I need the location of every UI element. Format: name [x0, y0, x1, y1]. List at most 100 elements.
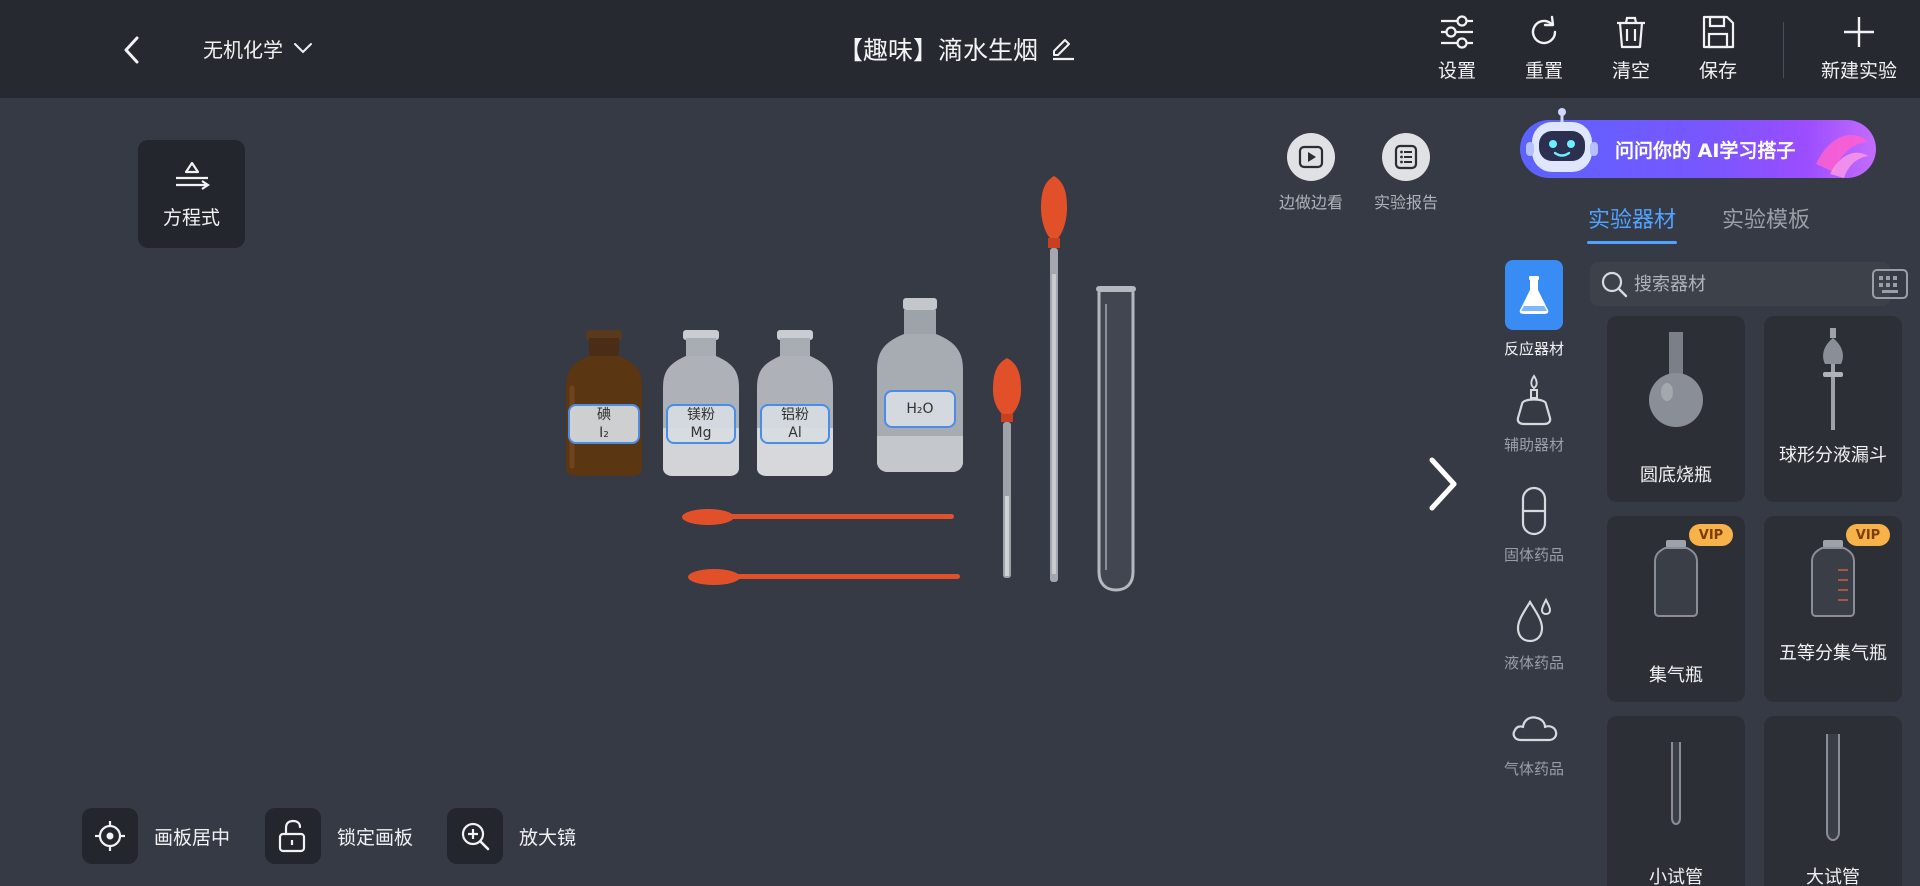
aluminum-name: 铝粉 — [781, 407, 809, 423]
equipment-name: 球形分液漏斗 — [1779, 445, 1887, 466]
iodine-name: 碘 — [597, 407, 611, 423]
experiment-title-text: 【趣味】滴水生烟 — [838, 36, 1039, 65]
lock-canvas-square — [265, 808, 321, 864]
magnesium-formula: Mg — [690, 425, 712, 441]
water-bottle[interactable]: H₂O — [874, 296, 966, 472]
save-button[interactable]: 保存 — [1683, 14, 1753, 83]
alcohol-lamp-icon — [1516, 374, 1552, 426]
reagent-bottle-icon — [757, 330, 833, 476]
settings-label: 设置 — [1437, 60, 1476, 82]
equipment-card-separatory-funnel[interactable]: 球形分液漏斗 — [1764, 316, 1902, 502]
lock-canvas-button[interactable]: 锁定画板 — [265, 808, 413, 864]
crosshair-icon — [95, 821, 125, 851]
cloud-icon — [1512, 716, 1558, 742]
long-dropper-icon — [1041, 176, 1067, 582]
dropper-long[interactable] — [1038, 174, 1070, 586]
droplet-icon — [1516, 597, 1552, 643]
magnifier-square — [447, 808, 503, 864]
equipment-name: 大试管 — [1806, 867, 1860, 886]
water-label: H₂O — [884, 390, 956, 428]
medicine-spoon-2[interactable] — [686, 566, 962, 588]
video-play-icon — [1298, 145, 1324, 169]
lock-canvas-label: 锁定画板 — [337, 826, 414, 849]
equipment-name: 小试管 — [1649, 867, 1703, 886]
center-canvas-label: 画板居中 — [154, 826, 231, 849]
edit-title-button[interactable] — [1050, 37, 1076, 61]
dropper-small[interactable] — [990, 356, 1024, 582]
back-button[interactable] — [110, 28, 154, 72]
flask-icon — [1519, 276, 1549, 314]
medicine-spoon-icon — [682, 509, 954, 525]
water-reagent-bottle-icon — [877, 298, 963, 472]
watch-while-doing-label: 边做边看 — [1278, 193, 1343, 212]
clear-button[interactable]: 清空 — [1596, 14, 1666, 83]
category-label: 液体药品 — [1503, 654, 1564, 672]
equation-label: 方程式 — [162, 206, 220, 229]
water-formula: H₂O — [906, 401, 934, 417]
search-input[interactable] — [1634, 273, 1814, 295]
magnesium-label: 镁粉 Mg — [666, 404, 736, 444]
refresh-icon — [1531, 15, 1557, 45]
next-page-button[interactable] — [1418, 456, 1468, 512]
round-bottom-flask-icon — [1649, 332, 1703, 427]
equipment-card-graduated-gas-jar[interactable]: VIP 五等分集气瓶 — [1764, 516, 1902, 702]
magnesium-bottle[interactable]: 镁粉 Mg — [660, 328, 742, 476]
reset-button[interactable]: 重置 — [1509, 14, 1579, 83]
new-experiment-button[interactable]: 新建实验 — [1813, 14, 1905, 83]
subject-label: 无机化学 — [203, 37, 283, 62]
test-tube[interactable] — [1094, 284, 1138, 594]
toolbar-divider — [1783, 22, 1784, 78]
settings-button[interactable]: 设置 — [1422, 14, 1492, 83]
separatory-funnel-icon — [1823, 328, 1843, 430]
iodine-bottle[interactable]: 碘 I₂ — [562, 328, 646, 476]
equipment-name: 五等分集气瓶 — [1779, 643, 1887, 664]
category-liquid-reagents[interactable]: 液体药品 — [1494, 596, 1574, 673]
category-active-bg — [1505, 260, 1563, 330]
equipment-card-large-test-tube[interactable]: 大试管 — [1764, 716, 1902, 886]
small-test-tube-icon — [1671, 742, 1681, 826]
graduated-gas-jar-icon — [1811, 540, 1855, 617]
search-icon — [1601, 271, 1628, 298]
search-bar — [1590, 262, 1890, 306]
category-label: 辅助器材 — [1503, 436, 1564, 454]
tab-equipment[interactable]: 实验器材 — [1588, 202, 1676, 234]
reset-label: 重置 — [1524, 60, 1563, 82]
save-label: 保存 — [1698, 60, 1737, 82]
equation-button[interactable]: 方程式 — [138, 140, 245, 248]
equipment-card-small-test-tube[interactable]: 小试管 — [1607, 716, 1745, 886]
category-solid-reagents[interactable]: 固体药品 — [1494, 486, 1574, 565]
report-circle — [1382, 133, 1430, 181]
active-tab-indicator — [1587, 241, 1677, 244]
watch-while-doing-button[interactable]: 边做边看 — [1263, 133, 1359, 213]
magnifier-label: 放大镜 — [519, 826, 577, 849]
medicine-spoon-1[interactable] — [680, 506, 956, 528]
aluminum-label: 铝粉 Al — [760, 404, 830, 444]
center-canvas-square — [82, 808, 138, 864]
equipment-card-gas-jar[interactable]: VIP 集气瓶 — [1607, 516, 1745, 702]
trash-icon — [1617, 16, 1645, 49]
unlock-icon — [278, 819, 306, 853]
gas-jar-icon — [1654, 540, 1698, 617]
category-auxiliary-equipment[interactable]: 辅助器材 — [1494, 374, 1574, 455]
category-label: 反应器材 — [1503, 340, 1564, 358]
equipment-name: 集气瓶 — [1649, 665, 1703, 686]
center-canvas-button[interactable]: 画板居中 — [82, 808, 230, 864]
brown-reagent-bottle-icon — [566, 330, 642, 476]
new-experiment-label: 新建实验 — [1820, 60, 1897, 82]
aluminum-bottle[interactable]: 铝粉 Al — [754, 328, 836, 476]
keyboard-button[interactable] — [1870, 266, 1910, 302]
chevron-down-icon — [294, 43, 312, 54]
category-gas-reagents[interactable]: 气体药品 — [1494, 706, 1574, 779]
floppy-disk-icon — [1702, 15, 1735, 49]
subject-dropdown[interactable]: 无机化学 — [203, 30, 313, 66]
report-list-icon — [1394, 144, 1418, 170]
equipment-card-round-bottom-flask[interactable]: 圆底烧瓶 — [1607, 316, 1745, 502]
tab-templates[interactable]: 实验模板 — [1722, 202, 1810, 234]
equation-icon — [175, 161, 210, 190]
pencil-icon — [1053, 39, 1075, 61]
capsule-icon — [1521, 486, 1547, 536]
category-reaction-equipment[interactable]: 反应器材 — [1494, 260, 1574, 359]
top-bar: 无机化学 【趣味】滴水生烟 设置 重置 清空 保存 新建实验 — [0, 0, 1920, 98]
experiment-report-button[interactable]: 实验报告 — [1358, 133, 1454, 213]
magnifier-button[interactable]: 放大镜 — [447, 808, 576, 864]
